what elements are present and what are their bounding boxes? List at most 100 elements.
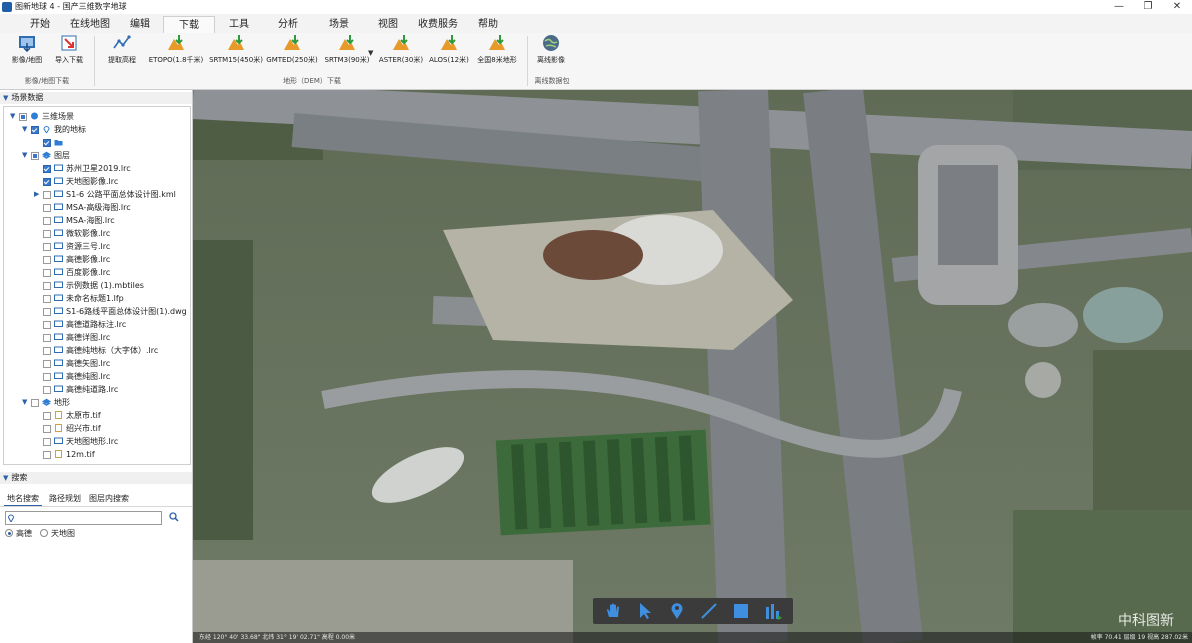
layer-checkbox[interactable] [43,282,51,290]
layer-checkbox[interactable] [43,321,51,329]
tree-item[interactable]: 绍兴市.tif [4,422,188,435]
search-icon[interactable] [169,512,179,522]
tree-item[interactable]: 高德详图.lrc [4,331,188,344]
layer-checkbox[interactable] [43,191,51,199]
source-radio-tianditu[interactable]: 天地图 [40,528,75,540]
image-map-download-button[interactable]: 影像/地图 [8,34,46,72]
tree-item[interactable]: S1-6路线平面总体设计图(1).dwg [4,305,188,318]
layer-checkbox[interactable] [43,295,51,303]
layer-checkbox[interactable] [43,386,51,394]
tree-item[interactable]: 天地图地形.lrc [4,435,188,448]
tab-scene[interactable]: 场景 [321,16,357,33]
srtm3-download-button[interactable]: SRTM3(90米) [322,34,372,72]
tree-item[interactable]: 高德影像.lrc [4,253,188,266]
layer-checkbox[interactable] [43,204,51,212]
aster-download-button[interactable]: ASTER(30米) [378,34,424,72]
extract-elevation-button[interactable]: 提取高程 [103,34,141,72]
layer-checkbox[interactable] [43,373,51,381]
close-button[interactable]: ✕ [1162,0,1192,14]
placemark-pin-icon[interactable] [667,601,687,621]
layer-checkbox[interactable] [31,399,39,407]
layer-checkbox[interactable] [31,152,39,160]
layer-checkbox[interactable] [43,139,51,147]
layer-checkbox[interactable] [43,217,51,225]
layer-checkbox[interactable] [43,360,51,368]
pan-hand-icon[interactable] [603,601,623,621]
layer-checkbox[interactable] [43,165,51,173]
layer-checkbox[interactable] [43,243,51,251]
map-viewport[interactable] [193,90,1192,643]
layer-checkbox[interactable] [43,438,51,446]
expand-arrow-icon[interactable]: ▼ [22,123,30,136]
expand-arrow-icon[interactable]: ▼ [22,396,30,409]
select-arrow-icon[interactable] [635,601,655,621]
offline-imagery-button[interactable]: 离线影像 [532,34,570,72]
expand-arrow-icon[interactable]: ▼ [22,149,30,162]
gmted-download-button[interactable]: GMTED(250米) [266,34,318,72]
draw-line-icon[interactable] [699,601,719,621]
tree-item[interactable]: MSA-海图.lrc [4,214,188,227]
tab-online-map[interactable]: 在线地图 [64,16,116,33]
layer-checkbox[interactable] [43,308,51,316]
layer-checkbox[interactable] [43,425,51,433]
layer-checkbox[interactable] [43,412,51,420]
layer-checkbox[interactable] [31,126,39,134]
tree-item[interactable]: MSA-高级海图.lrc [4,201,188,214]
measure-icon[interactable] [763,601,783,621]
maximize-button[interactable]: ❐ [1133,0,1163,14]
etopo-download-button[interactable]: ETOPO(1.8千米) [148,34,204,72]
tree-item[interactable]: ▼ 我的地标 [4,123,188,136]
search-header[interactable]: ▼ 搜索 [0,472,192,484]
tree-item[interactable]: 高德矢图.lrc [4,357,188,370]
tab-help[interactable]: 帮助 [470,16,506,33]
tree-item[interactable]: ▼ 三维场景 [4,110,188,123]
tree-item[interactable]: 微软影像.lrc [4,227,188,240]
layer-checkbox[interactable] [43,334,51,342]
tab-route-planning[interactable]: 路径规划 [46,492,84,505]
tree-item[interactable] [4,136,188,149]
layer-checkbox[interactable] [43,269,51,277]
tree-item[interactable]: 资源三号.lrc [4,240,188,253]
tree-item[interactable]: 未命名标题1.lfp [4,292,188,305]
tree-item[interactable]: 高德道路标注.lrc [4,318,188,331]
tree-item[interactable]: 高德纯道路.lrc [4,383,188,396]
tree-item[interactable]: ▼ 图层 [4,149,188,162]
tree-item[interactable]: 高德纯地标（大字体）.lrc [4,344,188,357]
tab-layer-search[interactable]: 图层内搜索 [88,492,130,505]
layer-checkbox[interactable] [43,347,51,355]
search-input[interactable] [5,511,162,525]
tab-start[interactable]: 开始 [22,16,58,33]
tree-item[interactable]: 12m.tif [4,448,188,461]
srtm3-dropdown-icon[interactable]: ▼ [368,49,373,57]
scene-data-header[interactable]: ▼ 场景数据 [0,92,192,104]
tree-item[interactable]: 示例数据 (1).mbtiles [4,279,188,292]
tab-view[interactable]: 视图 [370,16,406,33]
srtm15-download-button[interactable]: SRTM15(450米) [208,34,264,72]
layer-checkbox[interactable] [43,451,51,459]
tab-download[interactable]: 下载 [163,16,215,34]
import-download-button[interactable]: 导入下载 [50,34,88,72]
layer-checkbox[interactable] [19,113,27,121]
national-8m-terrain-button[interactable]: 全国8米地形 [474,34,520,72]
source-radio-gaode[interactable]: 高德 [5,528,32,540]
layer-checkbox[interactable] [43,178,51,186]
tree-item[interactable]: 百度影像.lrc [4,266,188,279]
tree-item[interactable]: ▶ S1-6 公路平面总体设计图.kml [4,188,188,201]
draw-polygon-icon[interactable] [731,601,751,621]
tab-edit[interactable]: 编辑 [122,16,158,33]
tree-item[interactable]: 天地图影像.lrc [4,175,188,188]
collapsed-arrow-icon[interactable]: ▶ [34,188,42,201]
expand-arrow-icon[interactable]: ▼ [10,110,18,123]
tree-item[interactable]: 苏州卫星2019.lrc [4,162,188,175]
minimize-button[interactable]: — [1104,0,1134,14]
tree-item[interactable]: 高德纯图.lrc [4,370,188,383]
tab-analysis[interactable]: 分析 [270,16,306,33]
tree-item[interactable]: 太原市.tif [4,409,188,422]
layer-checkbox[interactable] [43,256,51,264]
layer-checkbox[interactable] [43,230,51,238]
tab-paid-services[interactable]: 收费服务 [413,16,463,33]
tab-place-search[interactable]: 地名搜索 [4,492,42,507]
tab-tools[interactable]: 工具 [221,16,257,33]
tree-item[interactable]: ▼ 地形 [4,396,188,409]
alos-download-button[interactable]: ALOS(12米) [428,34,470,72]
